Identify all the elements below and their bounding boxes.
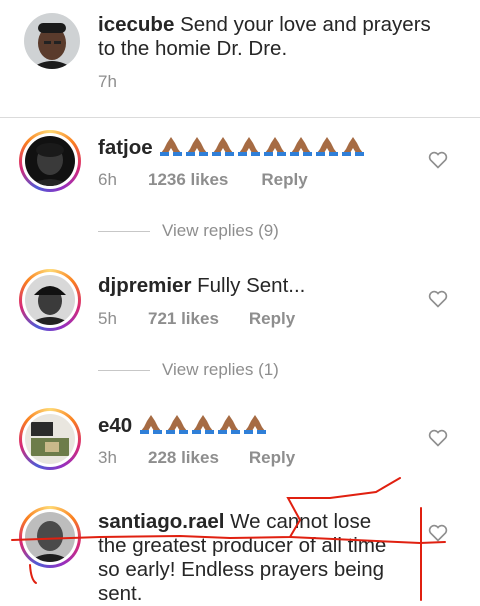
folded-hands-icon [212,137,235,156]
avatar[interactable] [25,512,75,562]
comment-body-line2: the greatest producer of all time [98,534,387,557]
emoji-row [158,136,366,159]
username[interactable]: djpremier [98,274,191,297]
story-ring[interactable] [19,506,81,568]
comment-body-line3: so early! Endless prayers being [98,558,385,581]
folded-hands-icon [139,415,162,434]
folded-hands-icon [316,137,339,156]
time-text: 6h [98,170,117,189]
divider [98,230,150,232]
likes-count[interactable]: 721 likes [148,309,219,329]
story-ring[interactable] [19,269,81,331]
comment-body: Fully Sent... [197,274,306,297]
folded-hands-icon [186,137,209,156]
folded-hands-icon [191,415,214,434]
time-text: 5h [98,309,117,328]
comment-text: djpremier Fully Sent... [98,274,305,298]
comment-text: fatjoe [98,135,366,160]
likes-count[interactable]: 1236 likes [148,170,228,190]
view-replies-text[interactable]: View replies (9) [162,221,279,241]
view-replies-link[interactable]: View replies (9) [98,221,279,241]
caption-section: icecube Send your love and prayers to th… [0,0,480,118]
folded-hands-icon [217,415,240,434]
folded-hands-icon [290,137,313,156]
folded-hands-icon [238,137,261,156]
story-ring[interactable] [19,408,81,470]
avatar[interactable] [25,136,75,186]
username[interactable]: fatjoe [98,136,153,159]
comment-text: e40 [98,413,268,438]
username[interactable]: santiago.rael [98,510,224,533]
heart-icon[interactable] [428,524,448,542]
reply-button[interactable]: Reply [249,448,295,468]
folded-hands-icon [160,137,183,156]
avatar[interactable] [25,275,75,325]
avatar[interactable] [24,13,80,69]
reply-button[interactable]: Reply [249,309,295,329]
comment-meta: 3h 228 likes Reply [98,448,295,468]
reply-button[interactable]: Reply [261,170,307,190]
comment-meta: 5h 721 likes Reply [98,309,295,329]
folded-hands-icon [165,415,188,434]
divider [98,369,150,371]
likes-count[interactable]: 228 likes [148,448,219,468]
view-replies-text[interactable]: View replies (1) [162,360,279,380]
heart-icon[interactable] [428,290,448,308]
caption-text: icecube Send your love and prayers to th… [98,13,438,61]
comment-body-line4: sent. [98,582,143,605]
time-text: 7h [98,72,117,91]
time-text: 3h [98,448,117,467]
story-ring[interactable] [19,130,81,192]
view-replies-link[interactable]: View replies (1) [98,360,279,380]
comment-text: santiago.rael We cannot lose the greates… [98,510,398,606]
username[interactable]: e40 [98,414,132,437]
folded-hands-icon [264,137,287,156]
heart-icon[interactable] [428,151,448,169]
emoji-row [138,414,268,437]
username[interactable]: icecube [98,13,174,36]
timestamp: 7h [98,72,117,92]
comment-body-line1: We cannot lose [230,510,372,533]
heart-icon[interactable] [428,429,448,447]
avatar[interactable] [25,414,75,464]
folded-hands-icon [342,137,365,156]
folded-hands-icon [243,415,266,434]
comment-meta: 6h 1236 likes Reply [98,170,308,190]
